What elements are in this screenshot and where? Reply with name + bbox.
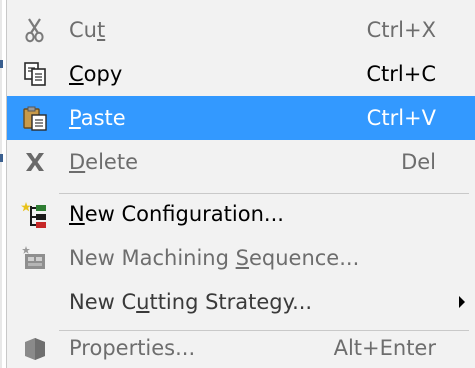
menu-item-paste[interactable]: Paste Ctrl+V	[7, 96, 475, 140]
menu-item-label: Paste	[69, 106, 126, 130]
menu-item-shortcut: Ctrl+V	[366, 106, 436, 130]
menu-item-shortcut: Ctrl+C	[366, 62, 436, 86]
window-edge-tick	[0, 154, 3, 162]
menu-item-shortcut: Ctrl+X	[366, 18, 436, 42]
menu-item-label: Properties...	[69, 336, 196, 360]
screen: Cut Ctrl+X Copy Ctrl+C Paste Ctrl+V Dele…	[0, 0, 475, 368]
new-configuration-icon	[21, 202, 46, 228]
menu-item-delete[interactable]: Delete Del	[7, 140, 475, 184]
menu-item-label: Copy	[69, 62, 123, 86]
paste-icon	[23, 106, 47, 131]
delete-x-icon	[26, 153, 44, 171]
menu-item-new-configuration[interactable]: New Configuration...	[7, 192, 475, 236]
menu-item-properties[interactable]: Properties... Alt+Enter	[7, 326, 475, 368]
context-menu: Cut Ctrl+X Copy Ctrl+C Paste Ctrl+V Dele…	[6, 0, 475, 368]
menu-item-shortcut: Alt+Enter	[333, 336, 436, 360]
submenu-arrow-icon	[459, 296, 465, 308]
menu-item-cut[interactable]: Cut Ctrl+X	[7, 8, 475, 52]
new-machining-sequence-icon	[22, 246, 45, 269]
copy-icon	[24, 62, 46, 86]
menu-item-copy[interactable]: Copy Ctrl+C	[7, 52, 475, 96]
scissors-icon	[25, 18, 44, 43]
menu-item-new-machining-sequence[interactable]: New Machining Sequence...	[7, 236, 475, 280]
menu-item-label: Cut	[69, 18, 106, 42]
menu-item-label: New Machining Sequence...	[69, 246, 360, 270]
properties-icon	[25, 338, 45, 360]
window-edge-tick	[0, 60, 3, 68]
menu-item-label: New Cutting Strategy...	[69, 290, 313, 314]
menu-item-label: Delete	[69, 150, 138, 174]
menu-item-shortcut: Del	[401, 150, 436, 174]
menu-item-label: New Configuration...	[69, 202, 284, 226]
window-edge	[0, 0, 2, 368]
menu-item-new-cutting-strategy[interactable]: New Cutting Strategy...	[7, 280, 475, 324]
